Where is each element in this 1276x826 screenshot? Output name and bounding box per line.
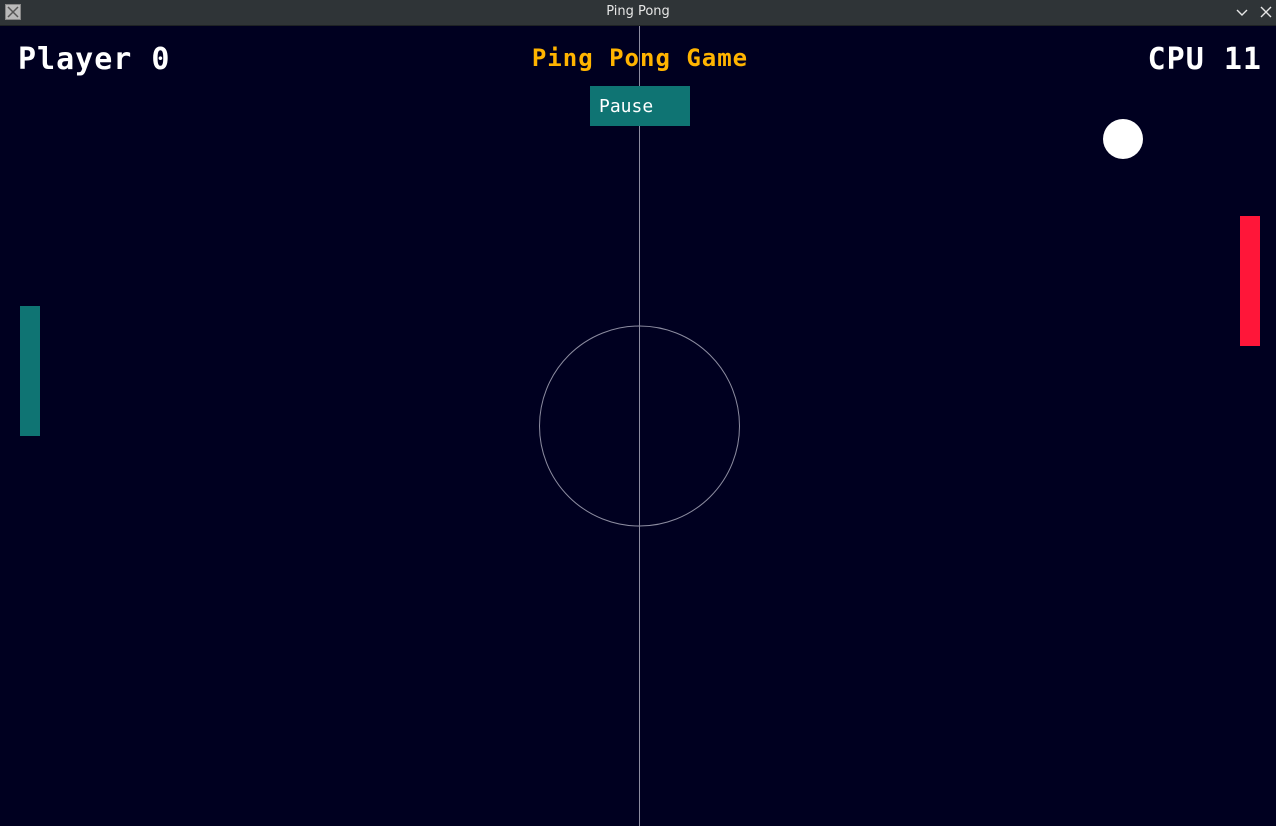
game-title: Ping Pong Game [531, 44, 749, 72]
ball [1103, 119, 1143, 159]
close-icon[interactable] [1258, 4, 1274, 20]
pause-button[interactable]: Pause [590, 86, 690, 126]
chevron-down-icon[interactable] [1234, 4, 1250, 20]
window-title: Ping Pong [606, 4, 670, 19]
player-paddle[interactable] [20, 306, 40, 436]
cpu-paddle [1240, 216, 1260, 346]
window-titlebar: Ping Pong [0, 0, 1276, 26]
game-court: Player 0 Ping Pong Game CPU 11 Pause [0, 26, 1276, 826]
court-lines [539, 26, 740, 826]
player-score: Player 0 [18, 42, 171, 77]
cpu-score: CPU 11 [1147, 42, 1262, 77]
